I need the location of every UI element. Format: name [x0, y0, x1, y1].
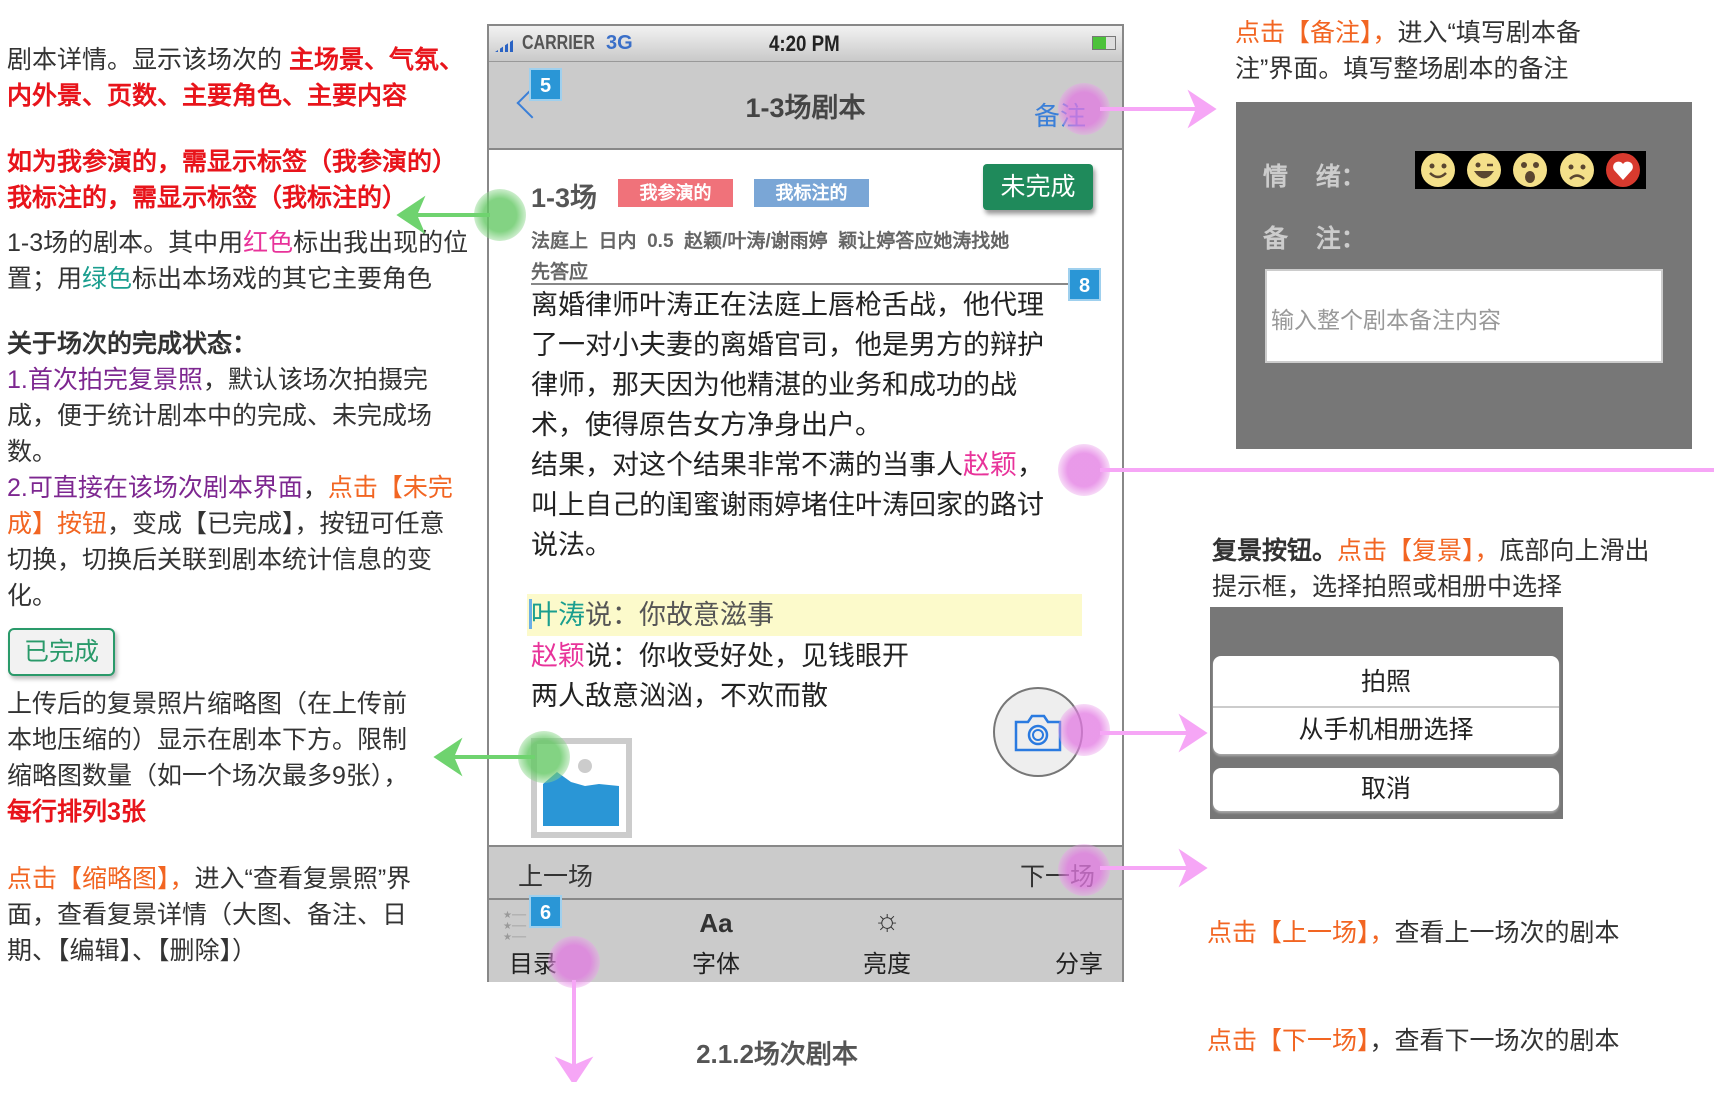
- annotation-segment: 如为我参演的，需显示标签（我参演的） 我标注的，需显示标签（我标注的）: [7, 148, 458, 212]
- choose-album-button[interactable]: 从手机相册选择: [1213, 708, 1559, 752]
- prev-description: 点击【上一场】，查看上一场次的剧本: [1207, 915, 1620, 951]
- photo-panel-description: 复景按钮。点击【复景】，底部向上滑出 提示框，选择拍照或相册中选择: [1212, 533, 1650, 605]
- script-result: 结果，对这个结果非常不满的当事人赵颖， 叫上自己的闺蜜谢雨婷堵住叶涛回家的路讨 …: [531, 445, 1044, 565]
- mood-label: 情 绪：: [1263, 163, 1366, 191]
- scene-meta: 法庭上 日内 0.5 赵颖/叶涛/谢雨婷 颖让婷答应她涛找她 先答应: [531, 231, 1010, 283]
- scene-number: 1-3场: [531, 183, 598, 213]
- scene-nav-description: 点击【上一场】，查看上一场次的剧本 点击【下一场】，查看下一场次的剧本: [1207, 843, 1620, 1095]
- annotation-segment: 剧本详情。显示该场次的: [7, 46, 289, 74]
- hotspot-note: [1058, 83, 1110, 135]
- next-description: 点击【下一场】，查看下一场次的剧本: [1207, 1023, 1620, 1059]
- annotation-segment: 关于场次的完成状态：: [7, 330, 258, 358]
- tab-font[interactable]: Aa 字体: [676, 900, 756, 979]
- font-icon: Aa: [699, 908, 733, 938]
- note-input-placeholder: 输入整个剧本备注内容: [1271, 307, 1501, 333]
- tag-marked: 我标注的: [754, 179, 869, 207]
- photo-option-group: 拍照 从手机相册选择: [1213, 656, 1559, 754]
- annotation-paragraph: 上传后的复景照片缩略图（在上传前 本地压缩的）显示在剧本下方。限制 缩略图数量（…: [7, 686, 408, 830]
- hotspot-tags: [474, 189, 526, 241]
- annotation-segment: 标出本场戏的其它主要角色: [132, 265, 433, 293]
- hotspot-thumbnail: [518, 731, 570, 783]
- prev-scene-button[interactable]: 上一场: [518, 857, 593, 893]
- signal-icon: [495, 36, 519, 52]
- camera-icon: [1014, 714, 1062, 752]
- tab-label: 字体: [692, 951, 740, 978]
- hotspot-camera: [1058, 704, 1110, 756]
- share-icon: [1039, 900, 1119, 944]
- dialogue-text: 说：你收受好处，见钱眼开: [585, 641, 909, 671]
- my-role-name: 赵颖: [963, 450, 1017, 480]
- annotation-badge-6: 6: [529, 895, 562, 928]
- description-action: 点击【复景】，: [1337, 537, 1500, 565]
- description-title: 复景按钮。: [1212, 537, 1338, 565]
- sad-emoji-icon[interactable]: [1559, 152, 1595, 188]
- tab-brightness[interactable]: ☼ 亮度: [847, 900, 927, 979]
- description-action: 点击【上一场】，: [1207, 919, 1395, 947]
- network-label: 3G: [606, 32, 633, 54]
- annotation-paragraph: 如为我参演的，需显示标签（我参演的） 我标注的，需显示标签（我标注的）: [7, 144, 457, 216]
- tag-acted: 我参演的: [618, 179, 733, 207]
- dialogue-text: 说：你故意滋事: [585, 600, 774, 630]
- surprised-emoji-icon[interactable]: [1512, 152, 1548, 188]
- incomplete-status-button[interactable]: 未完成: [983, 164, 1093, 210]
- phone-screen: CARRIER 3G 4:20 PM 5 1-3场剧本 备注 1-3场 我参演的…: [487, 24, 1124, 982]
- nav-bar: 5 1-3场剧本 备注: [489, 62, 1122, 150]
- hotspot-catalog: [548, 936, 600, 988]
- annotation-segment: 2.可直接在该场次剧本界面: [7, 474, 303, 502]
- annotation-paragraph: 1-3场的剧本。其中用红色标出我出现的位 置；用绿色标出本场戏的其它主要角色: [7, 225, 468, 297]
- annotation-paragraph: 点击【缩略图】，进入“查看复景照”界 面，查看复景详情（大图、备注、日 期、【编…: [7, 861, 411, 969]
- note-panel: 情 绪： 备 注： 输入整个剧本备注内容: [1236, 102, 1692, 449]
- done-status-button-example[interactable]: 已完成: [8, 628, 115, 676]
- tab-label: 分享: [1055, 951, 1103, 978]
- description-text: ，查看下一场次的剧本: [1369, 1027, 1620, 1055]
- speaker-name: 叶涛: [531, 600, 585, 630]
- take-photo-button[interactable]: 拍照: [1213, 656, 1559, 708]
- annotation-segment: 绿色: [82, 265, 133, 293]
- heart-icon[interactable]: [1605, 152, 1641, 188]
- script-text: 结果，对这个结果非常不满的当事人: [531, 450, 963, 480]
- annotation-segment: ，: [302, 474, 328, 502]
- mood-selector: [1415, 151, 1646, 189]
- annotation-segment: 1-3场的剧本。其中用: [7, 229, 244, 257]
- cancel-button[interactable]: 取消: [1213, 768, 1559, 811]
- annotation-paragraph: 剧本详情。显示该场次的 主场景、气氛、 内外景、页数、主要角色、主要内容: [7, 42, 464, 114]
- brightness-icon: ☼: [873, 904, 901, 937]
- note-input[interactable]: 输入整个剧本备注内容: [1265, 269, 1663, 363]
- note-label: 备 注：: [1263, 225, 1366, 253]
- description-action: 点击【备注】，: [1235, 19, 1398, 47]
- tab-label: 亮度: [863, 951, 911, 978]
- annotation-segment: 红色: [243, 229, 294, 257]
- status-bar: CARRIER 3G 4:20 PM: [489, 26, 1122, 62]
- wink-emoji-icon[interactable]: [1466, 152, 1502, 188]
- page-title: 1-3场剧本: [745, 93, 866, 123]
- dialogue-line-1: 叶涛说：你故意滋事: [531, 595, 774, 635]
- description-text: 查看上一场次的剧本: [1394, 919, 1620, 947]
- annotation-badge-8: 8: [1068, 268, 1101, 301]
- annotation-segment: 1.首次拍完复景照: [7, 366, 203, 394]
- hotspot-role-name: [1058, 444, 1110, 496]
- speaker-name: 赵颖: [531, 641, 585, 671]
- annotation-segment: 上传后的复景照片缩略图（在上传前 本地压缩的）显示在剧本下方。限制 缩略图数量（…: [7, 690, 409, 790]
- note-panel-description: 点击【备注】，进入“填写剧本备 注”界面。填写整场剧本的备注: [1235, 15, 1581, 87]
- scene-navigation-bar: 上一场 下一场: [489, 845, 1122, 900]
- dialogue-line-3: 两人敌意汹汹，不欢而散: [531, 681, 828, 711]
- annotation-segment: 每行排列3张: [7, 798, 146, 826]
- carrier-label: CARRIER: [522, 32, 595, 54]
- smile-emoji-icon[interactable]: [1420, 152, 1456, 188]
- dialogue-line-2: 赵颖说：你收受好处，见钱眼开: [531, 636, 909, 676]
- annotation-segment: 点击【缩略图】，: [7, 865, 195, 893]
- description-action: 点击【下一场】: [1207, 1027, 1370, 1055]
- battery-icon: [1092, 36, 1116, 50]
- photo-action-sheet: 拍照 从手机相册选择 取消: [1210, 607, 1563, 819]
- hotspot-next-scene: [1058, 844, 1110, 896]
- time-label: 4:20 PM: [769, 31, 840, 56]
- script-paragraph: 离婚律师叶涛正在法庭上唇枪舌战，他代理 了一对小夫妻的离婚官司，他是男方的辩护 …: [531, 290, 1044, 440]
- tab-share[interactable]: 分享: [1039, 900, 1119, 979]
- annotation-paragraph: 关于场次的完成状态： 1.首次拍完复景照，默认该场次拍摄完 成，便于统计剧本中的…: [7, 326, 453, 614]
